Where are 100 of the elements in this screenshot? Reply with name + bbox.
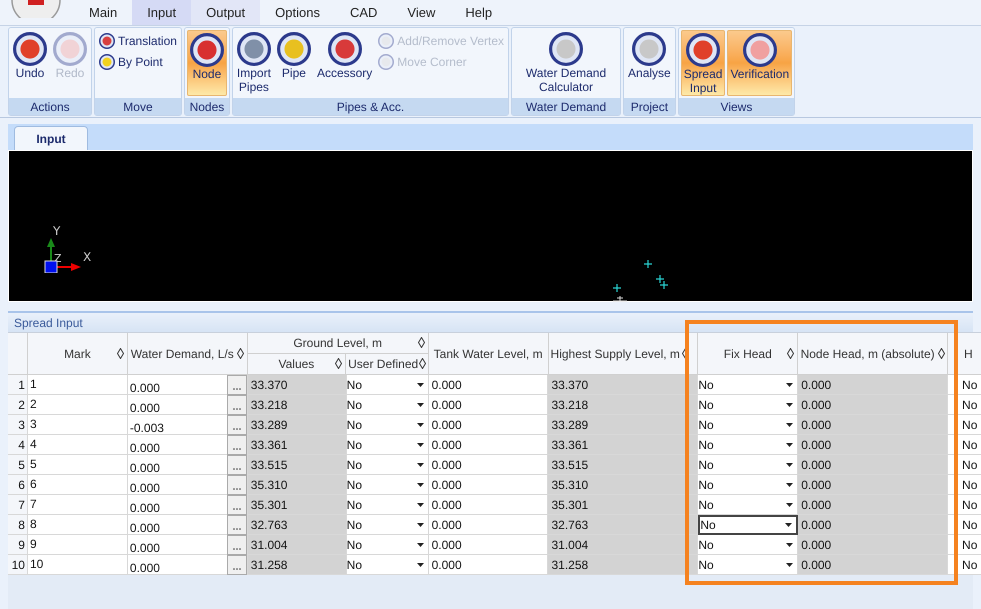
ellipsis-button[interactable] [226,514,247,534]
dropdown[interactable]: No [346,375,429,395]
input-field[interactable]: 0.000 [128,495,227,514]
column-header[interactable]: Node Head, m (absolute) [798,333,948,374]
ellipsis-button[interactable] [226,474,247,494]
app-logo-icon[interactable] [10,0,62,18]
table-cell: No [948,495,981,515]
ribbon-button[interactable]: By Point [97,53,179,71]
ribbon-button[interactable]: Accessory [314,30,374,96]
ellipsis-button[interactable] [226,394,247,414]
row-number: 8 [8,515,28,535]
table-cell: 33.370 [548,375,698,395]
ribbon-button[interactable]: Pipe [274,30,313,96]
dropdown-value: No [698,456,714,474]
input-field[interactable]: 0.000 [128,535,227,554]
input-field[interactable]: 0.000 [128,435,227,454]
input-field[interactable]: 0.000 [128,515,227,534]
ellipsis-button[interactable] [226,374,247,394]
table-cell: No [948,475,981,495]
caret-icon [416,402,424,406]
sort-icon[interactable] [418,337,425,348]
sort-icon[interactable] [116,348,124,359]
dropdown[interactable]: No [346,555,429,575]
ribbon-button[interactable]: Analyse [626,30,673,96]
caret-icon [416,422,424,426]
dropdown[interactable]: No [346,415,429,435]
dropdown[interactable]: No [346,515,429,535]
table-cell: 35.310 [248,475,347,495]
table-cell: 2 [28,395,128,415]
table-cell: 35.301 [248,495,347,515]
column-header[interactable]: Highest Supply Level, m [548,333,698,374]
ribbon-button[interactable]: Node [186,30,227,96]
menu-tab[interactable]: Input [132,0,192,25]
round-icon [99,54,115,70]
menu-tab[interactable]: Options [260,0,335,25]
ellipsis-button[interactable] [226,494,247,514]
dropdown-value: No [698,556,714,574]
caret-icon [786,422,794,426]
ribbon-button[interactable]: Undo [11,30,49,96]
column-header[interactable]: Mark [28,333,128,374]
ribbon-button[interactable]: Translation [97,32,179,50]
dropdown[interactable]: No [346,395,429,415]
ribbon-button[interactable]: Spread Input [680,30,726,96]
table-cell: 1 [28,375,128,395]
dropdown-value: No [346,556,362,574]
input-field[interactable]: 0.000 [128,555,227,574]
ribbon-button[interactable]: Verification [727,30,792,96]
ellipsis-button[interactable] [226,534,247,554]
sort-icon[interactable] [236,348,244,359]
round-icon [378,54,394,70]
sort-icon[interactable] [787,348,794,359]
dropdown[interactable]: No [346,535,429,555]
input-field[interactable]: -0.003 [128,415,227,434]
ellipsis-button[interactable] [226,414,247,434]
caret-icon [785,523,792,527]
table-cell: 3 [28,415,128,435]
input-field[interactable]: 0.000 [128,375,227,394]
table-cell: 0.000 [798,395,948,415]
table-cell: 0.000 [798,475,948,495]
dropdown[interactable]: No [346,455,429,475]
dropdown-value: No [346,456,362,474]
ellipsis-button[interactable] [226,434,247,454]
ellipsis-button[interactable] [226,554,247,574]
ellipsis-button[interactable] [226,454,247,474]
dropdown[interactable]: No [346,475,429,495]
table-cell: 7 [28,495,128,515]
table-cell: 0.000 [798,455,948,475]
table-cell: 33.361 [548,435,698,455]
input-field[interactable]: 0.000 [128,475,227,494]
menu-tab[interactable]: Main [74,0,132,25]
table-cell: No [948,455,981,475]
round-icon [632,32,666,66]
column-header[interactable]: User Defined [346,354,428,374]
menu-tab[interactable]: View [392,0,450,25]
input-field[interactable]: 0.000 [128,455,227,474]
menu-tab[interactable]: CAD [334,0,392,25]
group-label: Project [624,98,675,115]
table-cell: 33.289 [548,415,698,435]
sort-icon[interactable] [938,348,945,359]
ribbon-button[interactable]: Water Demand Calculator [514,30,618,96]
column-header[interactable]: Fix Head [698,333,798,374]
column-header[interactable]: Ground Level, m [248,333,428,354]
caret-icon [416,442,424,446]
menu-tab[interactable]: Help [450,0,508,25]
column-header[interactable]: Water Demand, L/s [128,333,248,374]
table-cell: No [948,535,981,555]
table-cell: 0.000 [798,435,948,455]
column-header[interactable]: Tank Water Level, m [428,333,549,374]
menu-tab[interactable]: Output [191,0,260,25]
input-field[interactable]: 0.000 [128,395,227,414]
document-tab[interactable]: Input [14,126,88,150]
column-header[interactable]: Values [248,354,346,374]
dropdown-value: No [698,496,714,514]
sort-icon[interactable] [419,358,426,370]
dropdown[interactable]: No [698,515,798,535]
ribbon-button[interactable]: Import Pipes [234,30,273,96]
dropdown-value: No [698,376,714,394]
dropdown[interactable]: No [346,495,429,515]
sort-icon[interactable] [335,358,342,370]
dropdown[interactable]: No [346,435,429,455]
